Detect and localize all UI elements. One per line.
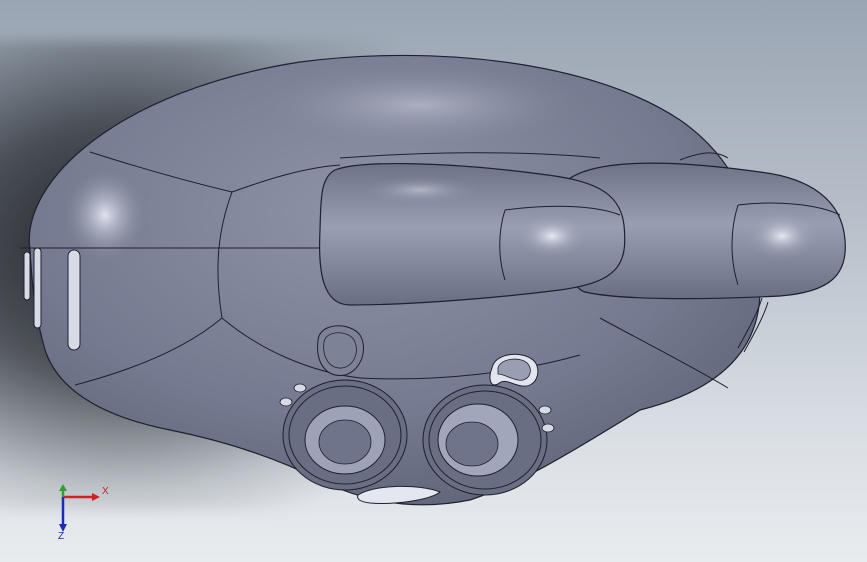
mount-boss-right <box>489 353 539 387</box>
mount-boss-left <box>317 325 364 376</box>
sensor-left <box>282 379 408 491</box>
graphics-viewport[interactable]: X Z <box>0 0 867 562</box>
body-highlight-left <box>65 170 145 260</box>
3d-model[interactable] <box>0 0 867 562</box>
sensor-right <box>422 384 548 496</box>
body-highlight-top <box>260 65 580 145</box>
y-axis-arrow <box>59 484 67 491</box>
z-axis-label: Z <box>58 531 65 542</box>
x-axis-label: X <box>102 486 109 497</box>
x-axis-arrow <box>92 493 100 501</box>
finger-pad-front <box>319 163 626 306</box>
orientation-triad: X Z <box>48 482 118 544</box>
